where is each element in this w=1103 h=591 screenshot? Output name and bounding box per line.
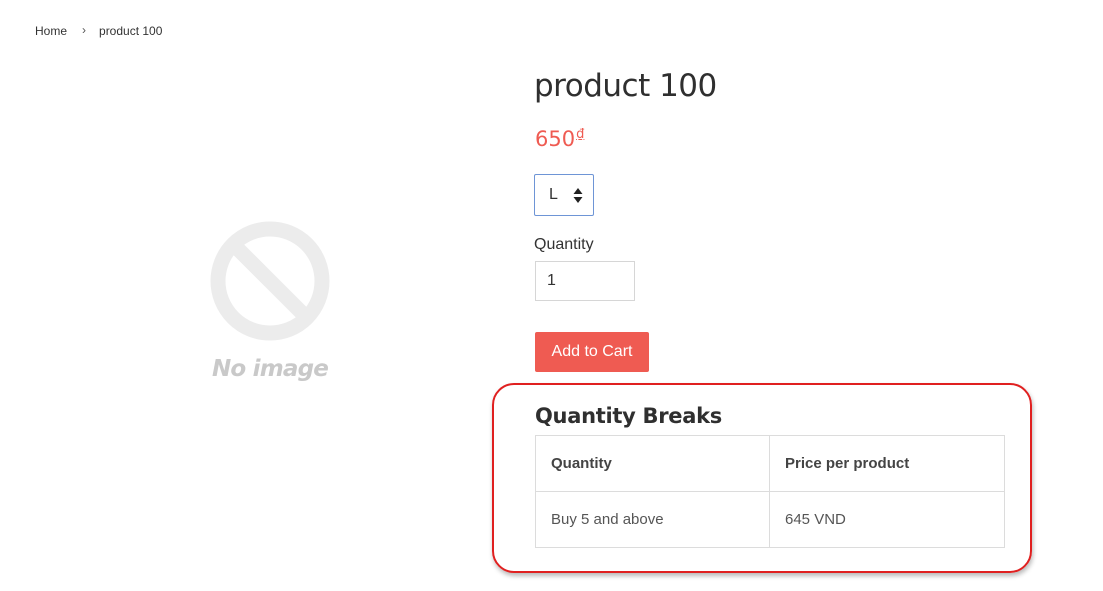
quantity-input[interactable] — [535, 261, 635, 301]
variant-selected-value: L — [549, 186, 558, 203]
breadcrumb-home-link[interactable]: Home — [35, 24, 67, 38]
no-image-icon — [210, 221, 330, 341]
price-value: 650 — [535, 127, 576, 151]
breadcrumb-separator-icon: › — [82, 23, 87, 37]
variant-select[interactable]: L — [534, 174, 594, 216]
product-title: product 100 — [534, 68, 717, 104]
product-price: 650₫ — [535, 127, 584, 151]
column-header-quantity: Quantity — [535, 435, 770, 492]
product-image-placeholder: No image — [204, 220, 336, 390]
product-page: Home › product 100 No image product 100 … — [0, 0, 1103, 591]
quantity-label: Quantity — [534, 236, 594, 253]
no-image-label: No image — [211, 356, 329, 382]
breadcrumb-current: product 100 — [99, 24, 163, 38]
quantity-breaks-table: Quantity Price per product Buy 5 and abo… — [535, 435, 1005, 548]
table-cell-quantity: Buy 5 and above — [535, 491, 770, 548]
breadcrumb: Home › product 100 — [35, 23, 163, 38]
table-cell-price: 645 VND — [769, 491, 1005, 548]
currency-symbol: ₫ — [576, 127, 585, 142]
column-header-price: Price per product — [769, 435, 1005, 492]
select-arrows-icon — [573, 188, 583, 203]
add-to-cart-button[interactable]: Add to Cart — [535, 332, 649, 372]
table-row: Buy 5 and above 645 VND — [535, 491, 1005, 548]
quantity-breaks-title: Quantity Breaks — [535, 404, 722, 428]
table-header-row: Quantity Price per product — [535, 435, 1005, 492]
